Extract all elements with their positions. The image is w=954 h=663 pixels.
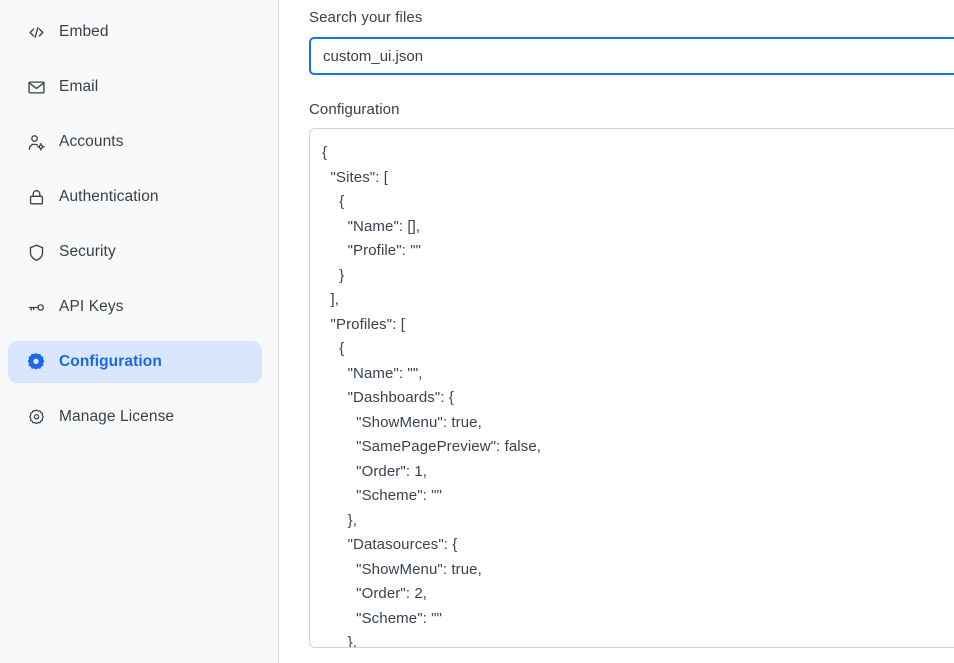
sidebar-item-security[interactable]: Security bbox=[8, 231, 262, 273]
lock-icon bbox=[26, 187, 46, 207]
user-gear-icon bbox=[26, 132, 46, 152]
sidebar-item-authentication[interactable]: Authentication bbox=[8, 176, 262, 218]
app-root: Embed Email bbox=[0, 0, 954, 663]
code-line: { bbox=[322, 337, 954, 362]
code-line: "SamePagePreview": false, bbox=[322, 435, 954, 460]
sidebar-item-label: Manage License bbox=[59, 408, 174, 426]
sidebar-item-label: Configuration bbox=[59, 353, 162, 371]
configuration-label: Configuration bbox=[309, 101, 954, 118]
sidebar-item-configuration[interactable]: Configuration bbox=[8, 341, 262, 383]
sidebar-item-label: API Keys bbox=[59, 298, 124, 316]
code-line: "Name": [], bbox=[322, 215, 954, 240]
key-icon bbox=[26, 297, 46, 317]
sidebar-item-embed[interactable]: Embed bbox=[8, 11, 262, 53]
envelope-icon bbox=[26, 77, 46, 97]
gear-filled-icon bbox=[26, 352, 46, 372]
code-line: "Profile": "" bbox=[322, 239, 954, 264]
sidebar-item-label: Embed bbox=[59, 23, 109, 41]
code-line: } bbox=[322, 264, 954, 289]
configuration-code-editor[interactable]: { "Sites": [ { "Name": [], "Profile": ""… bbox=[309, 128, 954, 648]
sidebar-item-label: Security bbox=[59, 243, 116, 261]
code-line: "Order": 1, bbox=[322, 460, 954, 485]
code-line: { bbox=[322, 141, 954, 166]
code-line: "Name": "", bbox=[322, 362, 954, 387]
code-line: "Profiles": [ bbox=[322, 313, 954, 338]
code-line: "Dashboards": { bbox=[322, 386, 954, 411]
search-files-label: Search your files bbox=[309, 9, 954, 26]
sidebar-item-api-keys[interactable]: API Keys bbox=[8, 286, 262, 328]
search-input[interactable] bbox=[309, 37, 954, 75]
code-line: "ShowMenu": true, bbox=[322, 411, 954, 436]
code-line: ], bbox=[322, 288, 954, 313]
code-line: "Datasources": { bbox=[322, 533, 954, 558]
sidebar: Embed Email bbox=[0, 0, 279, 663]
sidebar-item-label: Authentication bbox=[59, 188, 159, 206]
sidebar-item-label: Email bbox=[59, 78, 98, 96]
code-icon bbox=[26, 22, 46, 42]
main-content: Search your files Configuration { "Sites… bbox=[279, 0, 954, 663]
sidebar-item-manage-license[interactable]: Manage License bbox=[8, 396, 262, 438]
code-line: }, bbox=[322, 509, 954, 534]
code-line: "Scheme": "" bbox=[322, 484, 954, 509]
sidebar-item-accounts[interactable]: Accounts bbox=[8, 121, 262, 163]
sidebar-item-label: Accounts bbox=[59, 133, 124, 151]
code-line: "ShowMenu": true, bbox=[322, 558, 954, 583]
gear-outline-icon bbox=[26, 407, 46, 427]
code-line: { bbox=[322, 190, 954, 215]
code-line: "Sites": [ bbox=[322, 166, 954, 191]
code-line: "Order": 2, bbox=[322, 582, 954, 607]
sidebar-item-email[interactable]: Email bbox=[8, 66, 262, 108]
shield-icon bbox=[26, 242, 46, 262]
code-line: }, bbox=[322, 631, 954, 648]
code-line: "Scheme": "" bbox=[322, 607, 954, 632]
